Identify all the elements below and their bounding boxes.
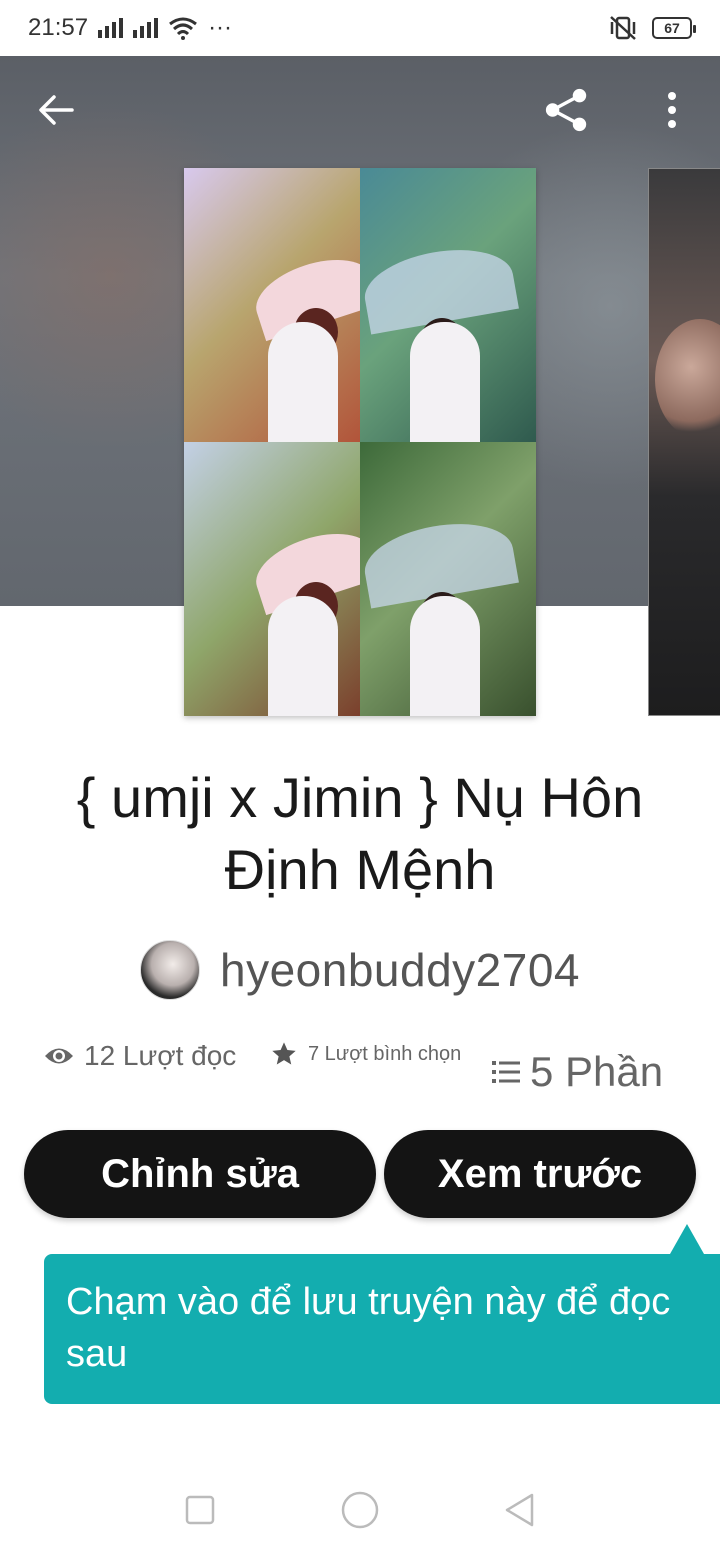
status-time: 21:57 [28, 14, 89, 41]
reads-stat: 12 Lượt đọc [44, 1040, 236, 1072]
next-cover-face [655, 319, 720, 439]
battery-indicator: 67 [652, 17, 696, 39]
circle-icon [341, 1491, 379, 1529]
author-name[interactable]: hyeonbuddy2704 [220, 943, 580, 997]
next-story-cover[interactable] [648, 168, 720, 716]
status-right: 67 [608, 15, 696, 41]
cover-panel [184, 442, 360, 716]
cover-panel [184, 168, 360, 442]
votes-stat: 7 Lượt bình chọn [270, 1040, 461, 1068]
eye-icon [45, 1048, 73, 1064]
cover-panel [360, 442, 536, 716]
status-bar: 21:57 ··· 67 [0, 0, 720, 56]
cover-figure [410, 322, 480, 442]
tooltip-text: Chạm vào để lưu truyện này để đọc sau [66, 1281, 671, 1375]
star-icon [272, 1042, 296, 1065]
signal-icon-2 [133, 18, 159, 38]
author-row[interactable]: hyeonbuddy2704 [0, 940, 720, 1000]
votes-count: 7 Lượt bình chọn [308, 1042, 462, 1065]
tooltip-arrow [670, 1224, 704, 1254]
more-options-button[interactable] [648, 82, 696, 138]
author-avatar[interactable] [140, 940, 200, 1000]
wifi-icon [169, 17, 197, 40]
reads-count: 12 Lượt đọc [84, 1040, 237, 1071]
home-button[interactable] [330, 1480, 390, 1540]
share-button[interactable] [543, 82, 591, 138]
recents-button[interactable] [170, 1480, 230, 1540]
back-button[interactable] [32, 82, 80, 138]
parts-count: 5 Phần [530, 1048, 664, 1095]
vibrate-mute-icon [610, 16, 636, 40]
status-more-dots: ··· [208, 14, 233, 41]
cover-figure [268, 322, 338, 442]
cover-panel [360, 168, 536, 442]
cover-figure [268, 596, 338, 716]
signal-icon [98, 18, 124, 38]
system-nav-bar [0, 1460, 720, 1560]
list-icon [492, 1061, 520, 1083]
preview-button[interactable]: Xem trước [384, 1130, 696, 1218]
square-icon [185, 1495, 215, 1525]
cover-figure [410, 596, 480, 716]
edit-button[interactable]: Chỉnh sửa [24, 1130, 376, 1218]
nav-back-button[interactable] [490, 1480, 550, 1540]
story-cover[interactable] [184, 168, 536, 716]
arrow-left-icon [39, 95, 74, 125]
save-tooltip[interactable]: Chạm vào để lưu truyện này để đọc sau [44, 1254, 720, 1404]
story-title: { umji x Jimin } Nụ Hôn Định Mệnh [76, 766, 644, 901]
status-left: 21:57 ··· [28, 14, 232, 42]
share-icon [545, 88, 587, 132]
triangle-back-icon [505, 1493, 534, 1527]
parts-stat[interactable]: 5 Phần [492, 1048, 663, 1096]
story-detail-screen: 21:57 ··· 67 {umji x Jimin} Nụ Hôn Địn… [0, 0, 720, 1560]
more-vertical-icon [668, 92, 676, 128]
